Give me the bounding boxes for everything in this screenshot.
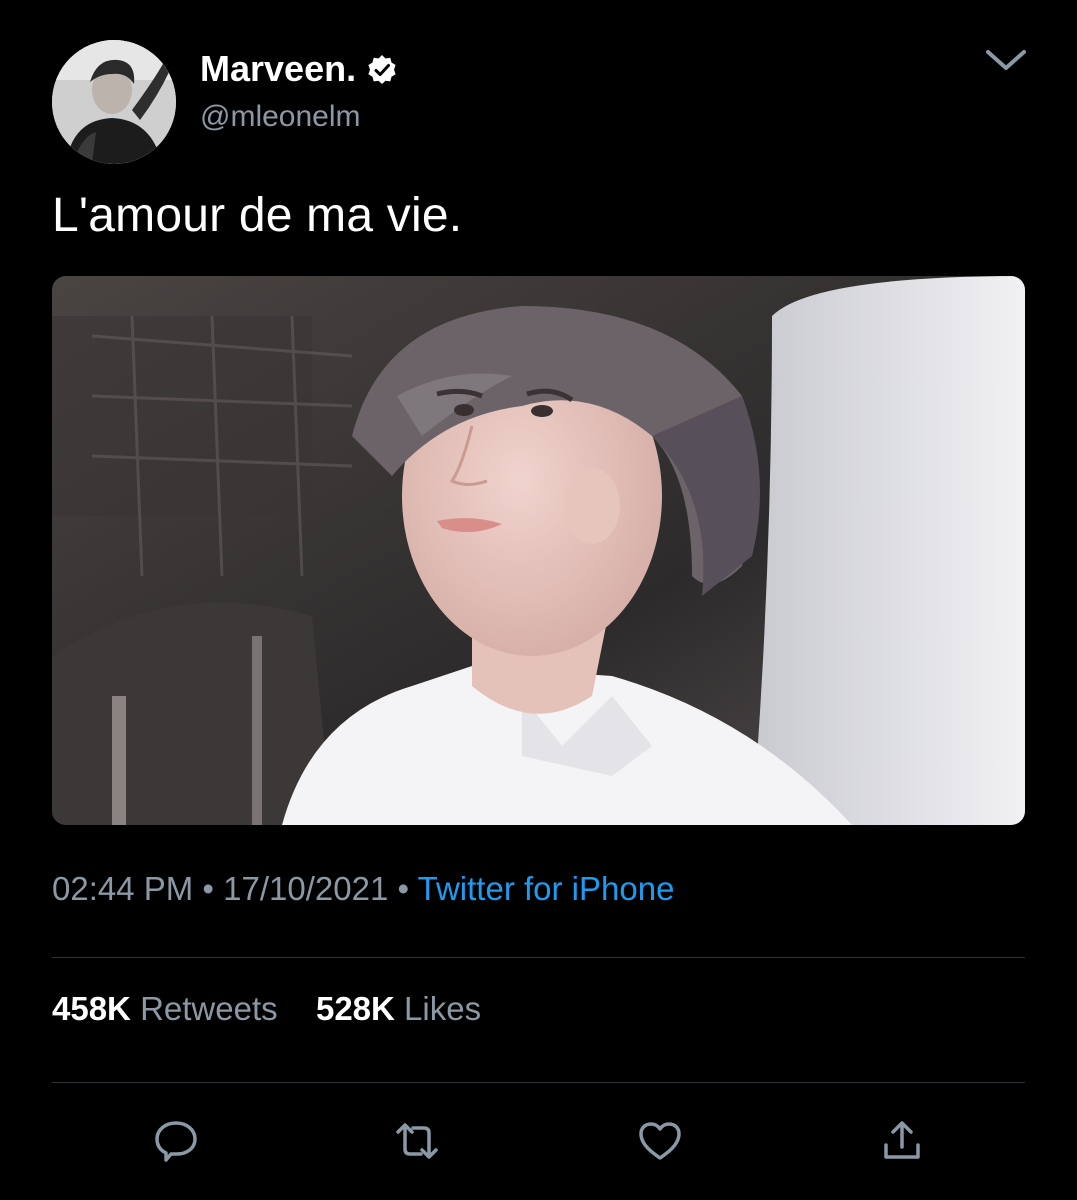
avatar[interactable]: [52, 40, 176, 164]
likes-stat[interactable]: 528K Likes: [316, 990, 481, 1027]
meta-separator: •: [202, 870, 214, 907]
tweet-meta: 02:44 PM • 17/10/2021 • Twitter for iPho…: [52, 870, 674, 908]
tweet-date: 17/10/2021: [223, 870, 389, 907]
divider: [52, 1082, 1025, 1083]
likes-label: Likes: [404, 990, 482, 1027]
tweet-text: L'amour de ma vie.: [52, 189, 463, 242]
retweets-stat[interactable]: 458K Retweets: [52, 990, 287, 1027]
display-name: Marveen.: [200, 48, 357, 89]
meta-separator: •: [397, 870, 410, 907]
retweets-count: 458K: [52, 990, 131, 1027]
tweet-media-image[interactable]: [52, 276, 1025, 825]
divider: [52, 957, 1025, 958]
heart-icon[interactable]: [636, 1117, 684, 1165]
tweet-source-link[interactable]: Twitter for iPhone: [418, 870, 675, 907]
avatar-photo: [52, 40, 176, 164]
share-icon[interactable]: [878, 1117, 926, 1165]
chevron-down-icon[interactable]: [980, 40, 1032, 80]
verified-badge-icon: [366, 53, 398, 85]
reply-icon[interactable]: [152, 1117, 200, 1165]
likes-count: 528K: [315, 990, 395, 1027]
retweets-label: Retweets: [140, 990, 278, 1027]
tweet-stats: 458K Retweets 528K Likes: [52, 990, 481, 1028]
retweet-icon[interactable]: [393, 1117, 441, 1165]
tweet-time: 02:44 PM: [52, 870, 194, 907]
author-handle[interactable]: @mleonelm: [200, 100, 361, 134]
author-name-row[interactable]: Marveen.: [200, 48, 398, 90]
